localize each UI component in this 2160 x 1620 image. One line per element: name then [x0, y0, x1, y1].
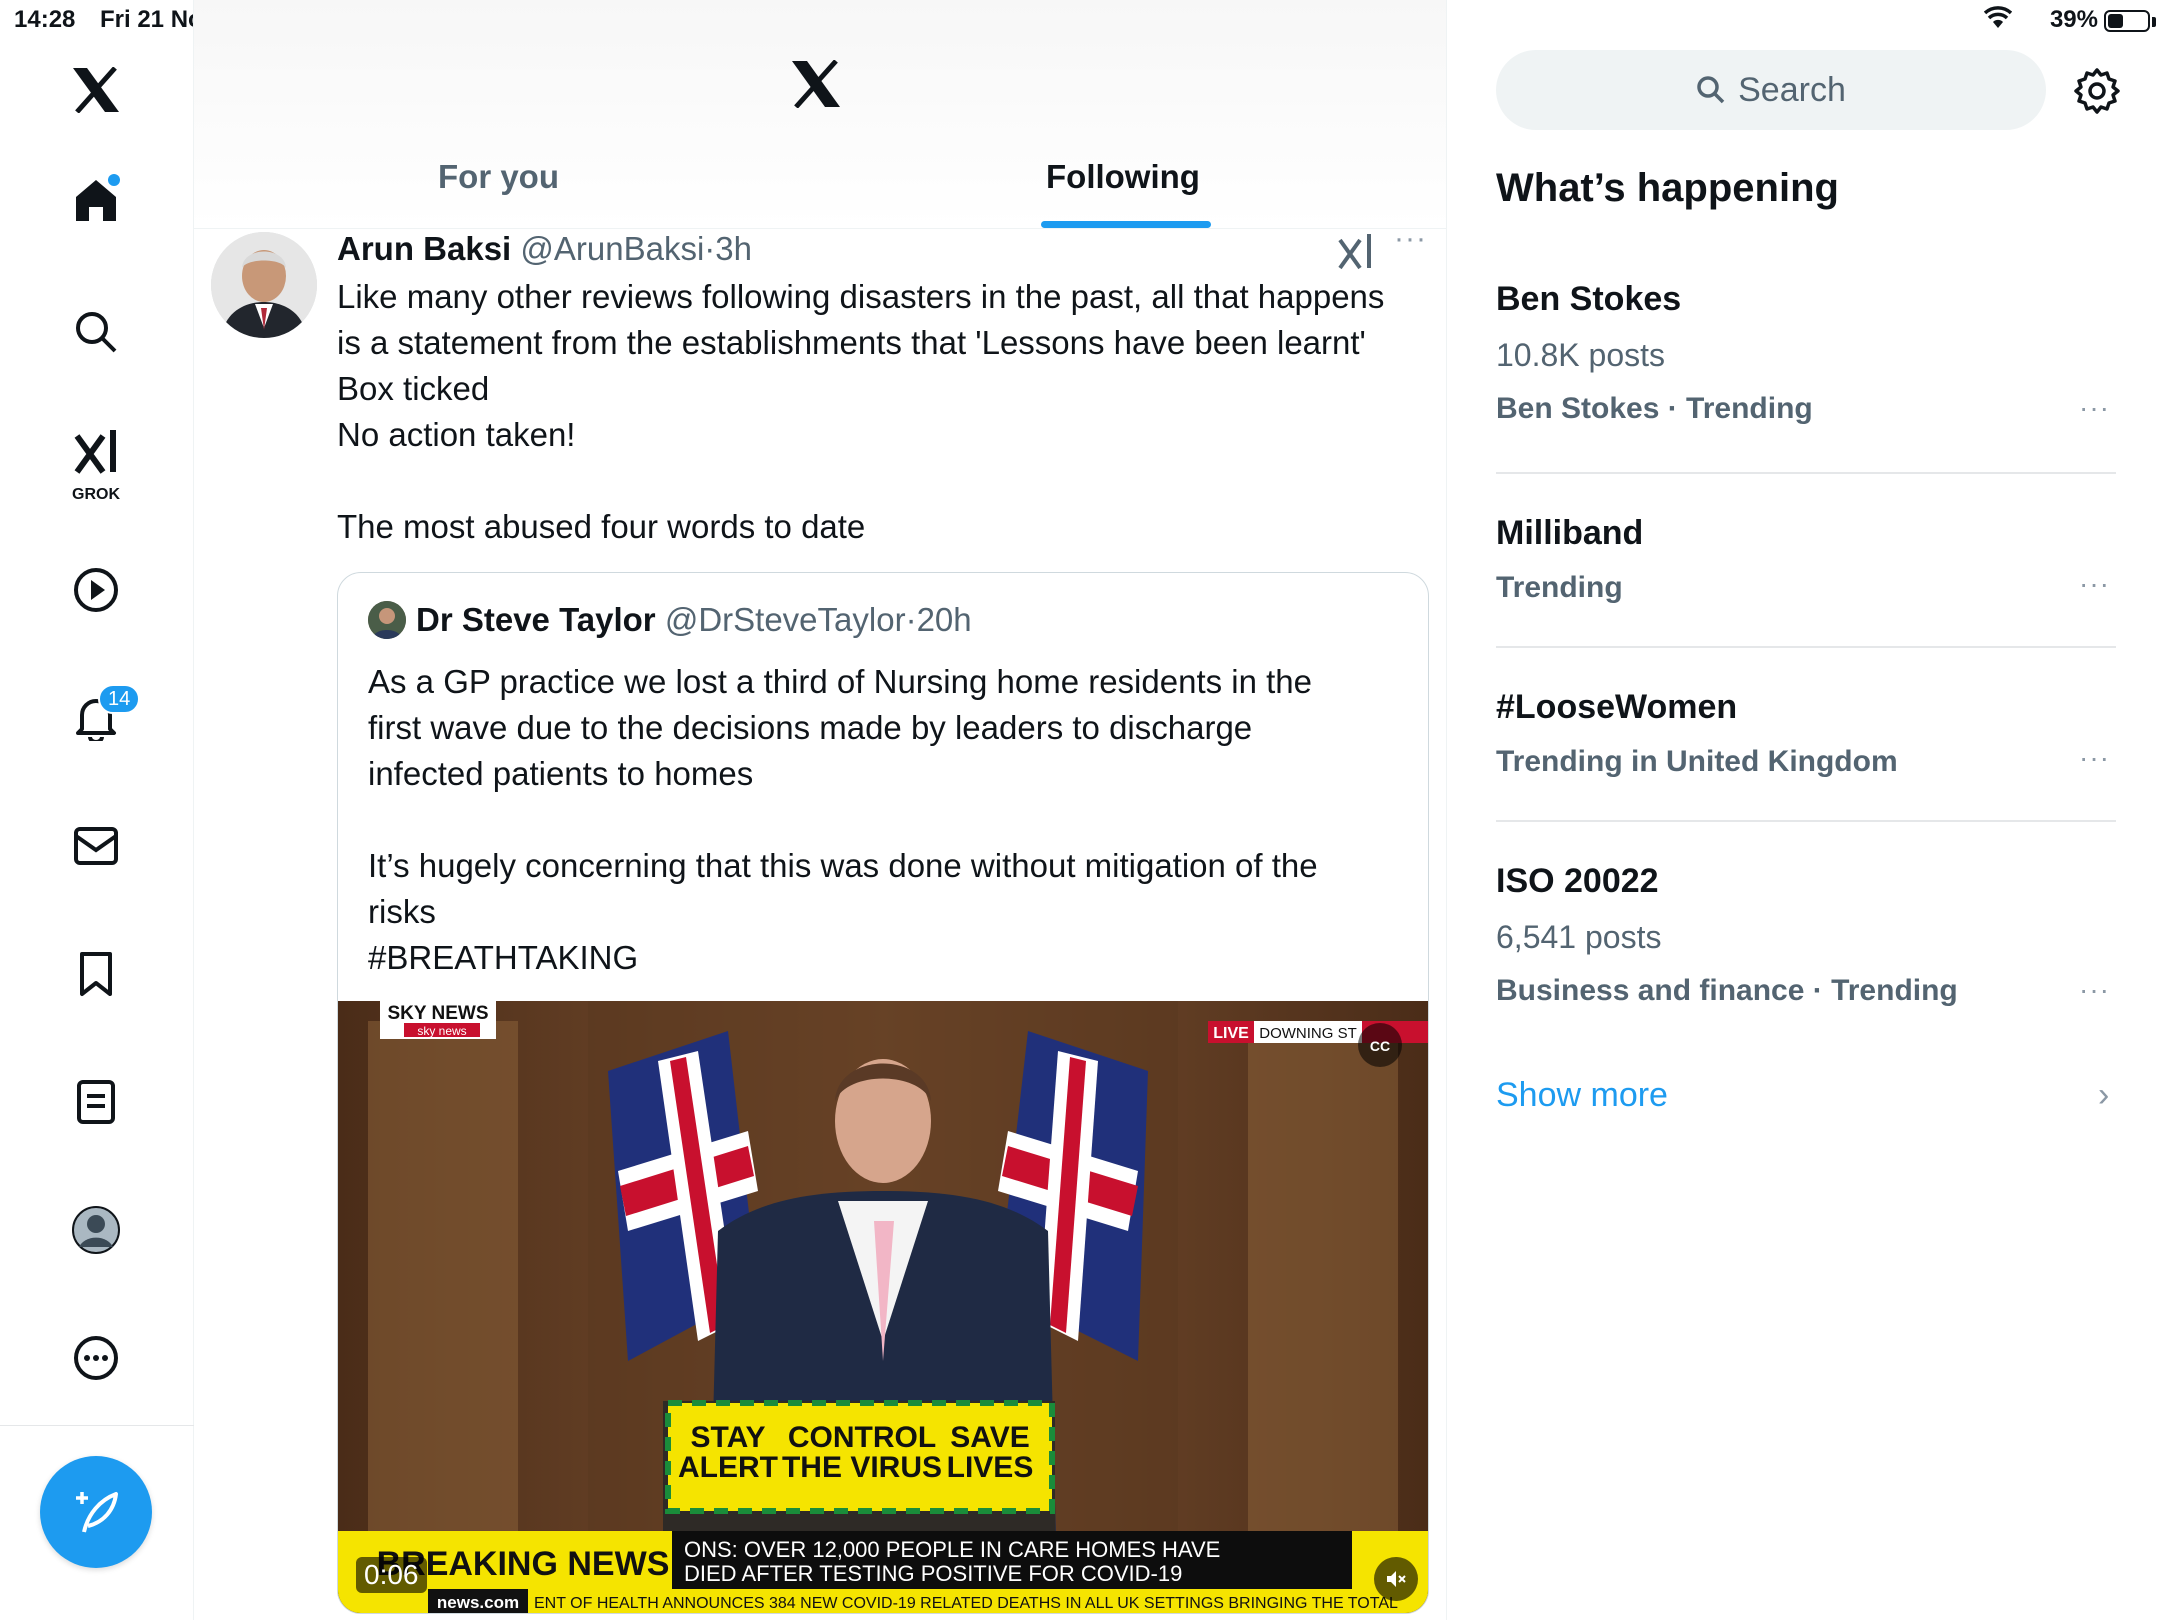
trend-divider — [1496, 472, 2116, 474]
lectern-text: SAVE — [950, 1421, 1029, 1454]
lectern-text: ALERT — [678, 1451, 778, 1484]
more-icon[interactable] — [64, 1326, 128, 1390]
trend-item[interactable]: #LooseWomen Trending in United Kingdom ·… — [1496, 688, 2116, 779]
trend-meta: Trending — [1496, 571, 1623, 604]
grok-label: GROK — [72, 486, 120, 503]
chevron-right-icon[interactable]: › — [2098, 1076, 2109, 1115]
search-icon — [1697, 76, 1725, 104]
compose-icon — [76, 1492, 118, 1533]
trend-more-icon[interactable]: ··· — [2079, 742, 2110, 774]
trend-title: #LooseWomen — [1496, 688, 1738, 726]
tweet-header: Arun Baksi @ArunBaksi·3h — [337, 230, 752, 268]
trend-more-icon[interactable]: ··· — [2079, 568, 2110, 600]
avatar[interactable] — [211, 232, 317, 338]
bell-icon[interactable]: 14 — [64, 684, 141, 750]
trend-item[interactable]: ISO 20022 6,541 posts Business and finan… — [1496, 862, 2116, 1008]
compose-button[interactable] — [40, 1456, 152, 1568]
author-handle[interactable]: @ArunBaksi — [520, 230, 704, 267]
tab-for-you[interactable]: For you — [438, 158, 559, 196]
search-placeholder: Search — [1738, 70, 1846, 109]
trend-more-icon[interactable]: ··· — [2079, 974, 2110, 1006]
video-icon[interactable] — [64, 558, 128, 622]
video-player[interactable]: STAY ALERT CONTROL THE VIRUS SAVE LIVES … — [338, 1001, 1428, 1613]
main-timeline: For you Following Arun Baksi @ArunBaksi·… — [194, 0, 1447, 1620]
trend-item[interactable]: Ben Stokes 10.8K posts Ben Stokes · Tren… — [1496, 280, 2116, 426]
trend-divider — [1496, 820, 2116, 822]
lectern-text: CONTROL — [788, 1421, 936, 1454]
ticker-url: news.com — [437, 1593, 519, 1612]
nav-divider — [0, 1425, 194, 1426]
bookmark-icon[interactable] — [64, 942, 128, 1006]
mute-icon[interactable] — [1374, 1557, 1418, 1601]
captions-icon: CC — [1370, 1038, 1390, 1054]
location-tag: DOWNING ST — [1259, 1025, 1357, 1042]
trend-title: Milliband — [1496, 514, 1644, 552]
lectern-text: THE VIRUS — [782, 1451, 942, 1484]
whats-happening-heading: What’s happening — [1496, 166, 1839, 210]
separator: · — [905, 601, 917, 638]
show-more-link[interactable]: Show more — [1496, 1076, 1668, 1115]
video-timestamp: 0:06 — [356, 1557, 427, 1593]
mail-icon[interactable] — [64, 814, 128, 878]
trend-post-count: 6,541 posts — [1496, 919, 1662, 955]
timeline-header: For you Following — [194, 0, 1446, 229]
grok-icon[interactable] — [1338, 232, 1374, 275]
author-name[interactable]: Arun Baksi — [337, 230, 511, 267]
tab-following[interactable]: Following — [1046, 158, 1200, 196]
tweet-time[interactable]: 3h — [715, 230, 752, 267]
tweet-text: Like many other reviews following disast… — [337, 278, 1385, 545]
avatar[interactable] — [368, 601, 406, 639]
grok-icon[interactable]: GROK — [64, 420, 128, 503]
channel-logo: SKY NEWS — [387, 1003, 488, 1024]
home-icon[interactable] — [64, 168, 128, 232]
lists-icon[interactable] — [64, 1070, 128, 1134]
quote-header: Dr Steve Taylor @DrSteveTaylor·20h — [368, 601, 972, 639]
left-nav: GROK 14 — [0, 0, 194, 1620]
tweet-more-icon[interactable]: ··· — [1394, 222, 1427, 256]
headline-line-1: ONS: OVER 12,000 PEOPLE IN CARE HOMES HA… — [684, 1537, 1220, 1562]
quoted-tweet[interactable]: Dr Steve Taylor @DrSteveTaylor·20h As a … — [337, 572, 1429, 1614]
quote-time: 20h — [916, 601, 972, 638]
trend-meta: Ben Stokes · Trending — [1496, 392, 1813, 425]
search-input[interactable]: Search — [1496, 50, 2046, 130]
trend-title: ISO 20022 — [1496, 862, 1659, 900]
right-sidebar: Search What’s happening Ben Stokes 10.8K… — [1448, 0, 2160, 1620]
video-frame: STAY ALERT CONTROL THE VIRUS SAVE LIVES … — [338, 1001, 1428, 1613]
x-logo-icon[interactable] — [64, 58, 128, 122]
quote-text: As a GP practice we lost a third of Nurs… — [368, 663, 1318, 976]
trend-item[interactable]: Milliband Trending ··· — [1496, 514, 2116, 605]
profile-icon[interactable] — [64, 1198, 128, 1262]
trend-meta: Business and finance · Trending — [1496, 974, 1958, 1007]
active-tab-indicator — [1041, 221, 1211, 228]
notifications-badge: 14 — [98, 684, 141, 714]
quote-author-handle[interactable]: @DrSteveTaylor — [665, 601, 906, 638]
trend-meta: Trending in United Kingdom — [1496, 745, 1898, 778]
separator: · — [704, 230, 716, 267]
search-icon[interactable] — [64, 300, 128, 364]
trend-more-icon[interactable]: ··· — [2079, 392, 2110, 424]
headline-line-2: DIED AFTER TESTING POSITIVE FOR COVID-19 — [684, 1561, 1182, 1586]
trend-divider — [1496, 646, 2116, 648]
lectern-text: LIVES — [947, 1451, 1034, 1484]
new-posts-dot — [108, 174, 120, 186]
live-tag: LIVE — [1213, 1025, 1249, 1042]
trend-post-count: 10.8K posts — [1496, 337, 1665, 373]
trend-title: Ben Stokes — [1496, 280, 1682, 318]
ticker-text: ENT OF HEALTH ANNOUNCES 384 NEW COVID-19… — [534, 1595, 1398, 1612]
quote-author-name[interactable]: Dr Steve Taylor — [416, 601, 656, 638]
channel-logo-sub: sky news — [417, 1024, 466, 1038]
gear-icon[interactable] — [2072, 66, 2122, 116]
x-logo-icon[interactable] — [790, 59, 842, 113]
lectern-text: STAY — [690, 1421, 765, 1454]
